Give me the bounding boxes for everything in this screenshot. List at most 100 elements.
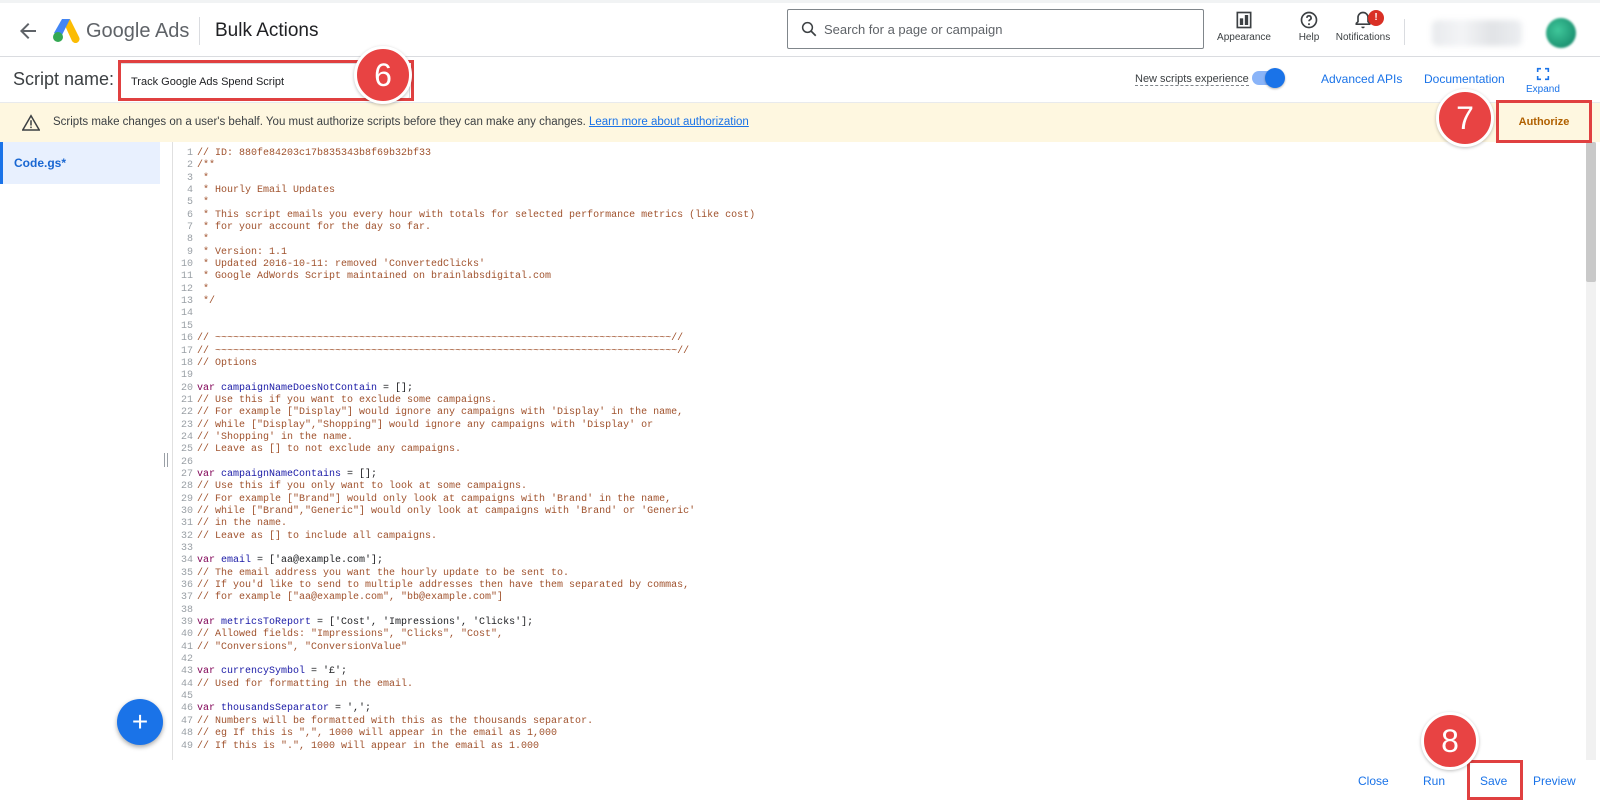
code-value: = ['Cost', 'Impressions', 'Clicks']; bbox=[311, 617, 534, 629]
code-line: 5 * bbox=[173, 197, 755, 209]
code-keyword: var bbox=[197, 703, 222, 715]
advanced-apis-button[interactable]: Advanced APIs bbox=[1321, 72, 1402, 86]
code-text: // ~~~~~~~~~~~~~~~~~~~~~~~~~~~~~~~~~~~~~… bbox=[197, 345, 690, 357]
code-line: 39 var metricsToReport = ['Cost', 'Impres… bbox=[173, 617, 755, 629]
notifications-button[interactable]: Notifications ! bbox=[1330, 10, 1396, 43]
code-line: 34 var email = ['aa@example.com']; bbox=[173, 555, 755, 567]
resize-handle[interactable] bbox=[164, 453, 168, 467]
arrow-left-icon[interactable] bbox=[16, 19, 40, 43]
help-button[interactable]: Help bbox=[1289, 10, 1329, 43]
code-line: 28 // Use this if you only want to look a… bbox=[173, 481, 755, 493]
preview-button[interactable]: Preview bbox=[1533, 774, 1576, 788]
code-text: // If you'd like to send to multiple add… bbox=[197, 580, 690, 592]
code-line: 18 // Options bbox=[173, 358, 755, 370]
expand-label: Expand bbox=[1526, 84, 1560, 95]
code-keyword: var bbox=[197, 555, 222, 567]
code-keyword: var bbox=[197, 468, 222, 480]
line-number: 12 bbox=[180, 283, 193, 295]
code-text: // Leave as [] to not exclude any campai… bbox=[197, 444, 462, 456]
line-number: 37 bbox=[180, 592, 193, 604]
callout-8: 8 bbox=[1421, 712, 1479, 770]
help-label: Help bbox=[1298, 32, 1320, 43]
line-number: 39 bbox=[180, 617, 193, 629]
code-variable: metricsToReport bbox=[221, 617, 312, 629]
learn-more-authorization-link[interactable]: Learn more about authorization bbox=[589, 116, 749, 128]
script-name-label: Script name: bbox=[13, 69, 115, 89]
expand-button[interactable]: Expand bbox=[1526, 66, 1560, 95]
run-button[interactable]: Run bbox=[1423, 774, 1445, 788]
authorize-button[interactable]: Authorize bbox=[1498, 103, 1590, 142]
code-text: * Version: 1.1 bbox=[197, 246, 288, 258]
line-number: 43 bbox=[180, 666, 193, 678]
code-line: 49 // If this is ".", 1000 will appear in… bbox=[173, 741, 755, 753]
file-tab-code-gs[interactable]: Code.gs* bbox=[0, 142, 160, 184]
code-text: * bbox=[197, 234, 210, 246]
line-number: 24 bbox=[180, 431, 193, 443]
line-number: 46 bbox=[180, 703, 193, 715]
code-value: = []; bbox=[377, 382, 414, 394]
code-line: 47 // Numbers will be formatted with this… bbox=[173, 716, 755, 728]
appearance-label: Appearance bbox=[1217, 32, 1271, 43]
toggle-knob bbox=[1265, 68, 1285, 88]
google-ads-logo-icon[interactable] bbox=[52, 17, 80, 43]
documentation-button[interactable]: Documentation bbox=[1424, 72, 1505, 86]
script-name-input[interactable] bbox=[131, 73, 391, 91]
code-line: 10 * Updated 2016-10-11: removed 'Conver… bbox=[173, 259, 755, 271]
code-text: // The email address you want the hourly… bbox=[197, 567, 570, 579]
line-number: 6 bbox=[186, 209, 193, 221]
authorization-text: Scripts make changes on a user's behalf.… bbox=[53, 116, 586, 128]
line-number: 3 bbox=[186, 172, 193, 184]
search-box[interactable] bbox=[787, 9, 1204, 49]
code-value: = []; bbox=[341, 468, 378, 480]
code-line: 2 /** bbox=[173, 160, 755, 172]
line-number: 25 bbox=[180, 444, 193, 456]
line-number: 35 bbox=[180, 567, 193, 579]
save-button[interactable]: Save bbox=[1480, 774, 1507, 788]
code-text: * bbox=[197, 172, 210, 184]
page-title: Bulk Actions bbox=[215, 20, 319, 41]
code-text: // ~~~~~~~~~~~~~~~~~~~~~~~~~~~~~~~~~~~~~… bbox=[197, 333, 684, 345]
code-text: // while ["Display","Shopping"] would ig… bbox=[197, 419, 654, 431]
code-text: * Google AdWords Script maintained on br… bbox=[197, 271, 552, 283]
code-line: 30 // while ["Brand","Generic"] would onl… bbox=[173, 506, 755, 518]
code-line: 6 * This script emails you every hour wi… bbox=[173, 210, 755, 222]
line-number: 19 bbox=[180, 370, 193, 382]
avatar[interactable] bbox=[1546, 18, 1576, 48]
code-line: 8 * bbox=[173, 234, 755, 246]
code-line: 40 // Allowed fields: "Impressions", "Cli… bbox=[173, 629, 755, 641]
line-number: 17 bbox=[180, 345, 193, 357]
appearance-button[interactable]: Appearance bbox=[1213, 10, 1275, 43]
scrollbar-thumb[interactable] bbox=[1586, 142, 1596, 282]
code-text: // in the name. bbox=[197, 518, 288, 530]
new-scripts-experience-toggle[interactable] bbox=[1252, 68, 1285, 88]
code-text: // Options bbox=[197, 357, 258, 369]
close-button[interactable]: Close bbox=[1358, 774, 1389, 788]
code-line: 25 // Leave as [] to not exclude any camp… bbox=[173, 444, 755, 456]
code-text: // For example ["Display"] would ignore … bbox=[197, 407, 684, 419]
code-line: 16 // ~~~~~~~~~~~~~~~~~~~~~~~~~~~~~~~~~~~… bbox=[173, 333, 755, 345]
authorization-message: Scripts make changes on a user's behalf.… bbox=[53, 116, 749, 128]
line-number: 31 bbox=[180, 518, 193, 530]
code-line: 36 // If you'd like to send to multiple a… bbox=[173, 580, 755, 592]
code-text: // Use this if you want to exclude some … bbox=[197, 394, 498, 406]
code-keyword: var bbox=[197, 666, 222, 678]
code-line: 3 * bbox=[173, 173, 755, 185]
code-text: * This script emails you every hour with… bbox=[197, 209, 756, 221]
callout-6: 6 bbox=[354, 46, 412, 104]
code-line: 43 var currencySymbol = '£'; bbox=[173, 666, 755, 678]
line-number: 20 bbox=[180, 382, 193, 394]
line-number: 23 bbox=[180, 419, 193, 431]
code-line: 24 // 'Shopping' in the name. bbox=[173, 432, 755, 444]
code-text: // for example ["aa@example.com", "bb@ex… bbox=[197, 592, 504, 604]
line-number: 22 bbox=[180, 407, 193, 419]
account-info[interactable] bbox=[1432, 20, 1522, 46]
code-line: 33 bbox=[173, 543, 755, 555]
notification-badge: ! bbox=[1368, 10, 1384, 26]
add-file-button[interactable]: + bbox=[117, 699, 163, 745]
code-line: 31 // in the name. bbox=[173, 518, 755, 530]
code-editor[interactable]: 1 // ID: 880fe84203c17b835343b8f69b32bf33… bbox=[172, 142, 1586, 760]
code-value: = '£'; bbox=[305, 666, 348, 678]
search-input[interactable] bbox=[824, 18, 1184, 40]
code-text: */ bbox=[197, 296, 216, 308]
code-line: 48 // eg If this is ",", 1000 will appear… bbox=[173, 728, 755, 740]
